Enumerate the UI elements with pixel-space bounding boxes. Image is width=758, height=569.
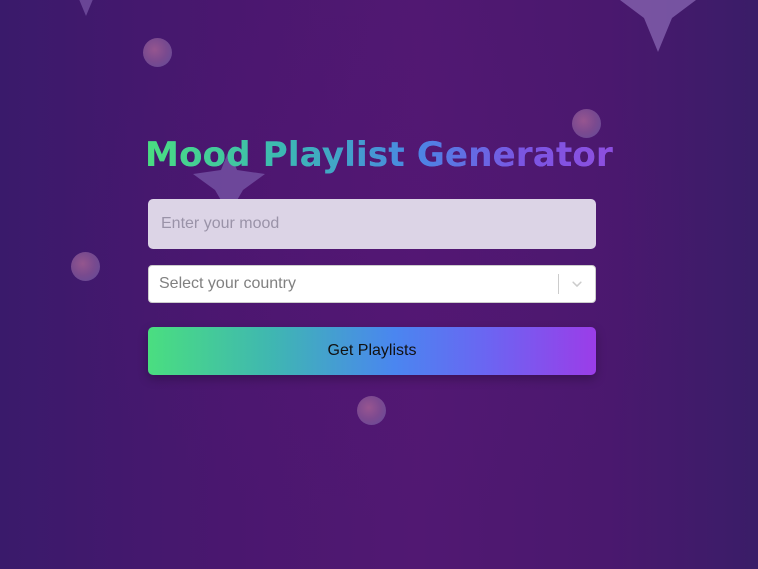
decorative-star-icon [60,0,112,16]
decorative-bubble [143,38,172,67]
country-select[interactable]: Select your country [148,265,596,303]
get-playlists-button[interactable]: Get Playlists [148,327,596,375]
decorative-star-icon [620,0,696,52]
decorative-bubble [357,396,386,425]
decorative-bubble [71,252,100,281]
page-title: Mood Playlist Generator [0,134,758,176]
page-title-text: Mood Playlist Generator [145,135,613,175]
country-select-placeholder: Select your country [159,275,296,292]
chevron-down-icon[interactable] [559,266,595,302]
mood-input[interactable] [148,199,596,249]
